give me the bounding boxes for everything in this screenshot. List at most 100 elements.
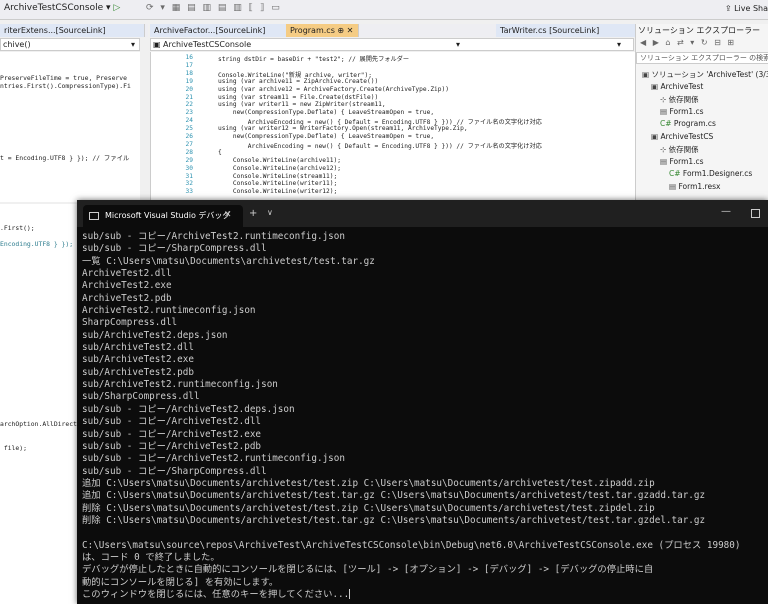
center-nav-dropdown[interactable]: ▣ ArchiveTestCSConsole ▾ ▾ xyxy=(150,38,634,51)
new-tab-icon[interactable]: + xyxy=(249,208,257,219)
solution-search-input[interactable]: ソリューション エクスプローラー の検索 (Ctrl+ xyxy=(636,52,768,64)
console-output[interactable]: sub/sub - コピー/ArchiveTest2.runtimeconfig… xyxy=(82,231,768,604)
console-line: ArchiveTest2.exe xyxy=(82,280,172,292)
run-target-label: ArchiveTestCSConsole xyxy=(4,3,104,13)
debug-console-window[interactable]: Microsoft Visual Studio デバッグ ✕ + ∨ — sub… xyxy=(77,200,768,604)
console-line: このウィンドウを閉じるには、任意のキーを押してください... xyxy=(82,588,351,600)
minimize-icon[interactable]: — xyxy=(721,206,731,217)
solution-explorer-panel: ソリューション エクスプローラー ◀ ▶ ⌂ ⇄ ▾ ↻ ⊟ ⊞ ソリューション… xyxy=(635,24,768,204)
maximize-icon[interactable] xyxy=(751,209,760,218)
tree-item-label: ソリューション 'ArchiveTest' (3/3 の xyxy=(651,70,768,79)
pin-icon[interactable]: ⊕ ✕ xyxy=(337,26,353,35)
left-nav-dropdown[interactable]: chive() ▾ xyxy=(0,38,140,51)
live-share-label: Live Sha xyxy=(734,4,768,13)
main-toolbar: ArchiveTestCSConsole ▾ ▷ ⟳ ▾ ▦ ▤ ▥ ▤ ▥ ⟦… xyxy=(0,0,768,20)
left-lower-code[interactable]: .First(); Encoding.UTF8 } }); archOption… xyxy=(0,204,78,604)
tree-item[interactable]: ▤ Form1.cs xyxy=(660,157,704,166)
code-line: t = Encoding.UTF8 } }); // ファイル xyxy=(0,154,130,162)
tab-writer-extensions[interactable]: riterExtens...[SourceLink] xyxy=(0,24,145,37)
tree-item[interactable]: ⊹ 依存関係 xyxy=(660,94,699,105)
left-tab-strip: riterExtens...[SourceLink] xyxy=(0,24,148,37)
close-icon[interactable]: ✕ xyxy=(224,210,232,220)
tree-item[interactable]: ▣ ソリューション 'ArchiveTest' (3/3 の xyxy=(642,69,768,80)
console-titlebar[interactable]: Microsoft Visual Studio デバッグ ✕ + ∨ — xyxy=(77,200,768,227)
console-line: 一覧 C:\Users\matsu\Documents\archivetest/… xyxy=(82,255,375,267)
tree-item[interactable]: ▤ Form1.cs xyxy=(660,107,704,116)
left-code-editor[interactable]: PreserveFileTime = true, Preserve ntries… xyxy=(0,52,140,202)
dropdown-arrow-icon[interactable]: ▾ xyxy=(106,3,111,13)
panel-title: ソリューション エクスプローラー xyxy=(638,26,761,35)
line-number: 31 xyxy=(185,172,193,180)
tree-item-icon: ⊹ xyxy=(660,95,669,104)
share-icon: ⇪ xyxy=(724,4,735,13)
program-cs-editor[interactable]: 16 string dstDir = baseDir + "test2"; // … xyxy=(150,52,635,202)
csharp-project-icon: ▣ xyxy=(153,40,161,49)
solution-explorer-toolbar[interactable]: ◀ ▶ ⌂ ⇄ ▾ ↻ ⊟ ⊞ xyxy=(636,38,768,50)
chevron-down-icon[interactable]: ∨ xyxy=(267,208,273,217)
code-line: new(CompressionType.Deflate) { LeaveStre… xyxy=(218,109,435,117)
line-number: 32 xyxy=(185,180,193,188)
line-number: 23 xyxy=(185,109,193,117)
tree-item-label: 依存関係 xyxy=(668,145,699,154)
code-line: archOption.AllDirect xyxy=(0,420,77,428)
tab-program-cs[interactable]: Program.cs ⊕ ✕ xyxy=(286,24,359,37)
tree-item-label: Form1.cs xyxy=(669,156,704,166)
tab-label: riterExtens...[SourceLink] xyxy=(4,26,106,35)
tree-item[interactable]: C# Program.cs xyxy=(660,119,716,128)
tab-tarwriter[interactable]: TarWriter.cs [SourceLink] xyxy=(496,24,643,37)
console-line: sub/sub - コピー/ArchiveTest2.runtimeconfig… xyxy=(82,453,345,465)
tree-item[interactable]: C# Form1.Designer.cs xyxy=(669,169,752,178)
left-nav-value: chive() xyxy=(3,40,31,49)
tab-label: TarWriter.cs [SourceLink] xyxy=(500,26,600,35)
tree-item-icon: C# xyxy=(660,119,674,128)
tab-label: ArchiveFactor...[SourceLink] xyxy=(154,26,266,35)
tree-item[interactable]: ▤ Form1.resx xyxy=(669,182,720,191)
text-cursor xyxy=(349,589,351,600)
line-number: 17 xyxy=(185,61,193,69)
code-line: string dstDir = baseDir + "test2"; // 展開… xyxy=(218,56,410,63)
tree-item-label: 依存関係 xyxy=(668,95,699,104)
code-line: .First(); xyxy=(0,224,35,232)
tree-item[interactable]: ⊹ 依存関係 xyxy=(660,144,699,155)
code-line: Console.WriteLine(writer12); xyxy=(218,188,338,196)
tree-item-label: Program.cs xyxy=(673,119,716,128)
console-line: sub/sub - コピー/ArchiveTest2.deps.json xyxy=(82,403,295,415)
line-number: 21 xyxy=(185,93,193,101)
console-line: は、コード 0 で終了しました。 xyxy=(82,551,220,563)
code-line: ArchiveEncoding = new() { Default = Enco… xyxy=(218,142,542,150)
console-line: sub/ArchiveTest2.pdb xyxy=(82,366,194,378)
console-line: ArchiveTest2.pdb xyxy=(82,292,172,304)
console-line: sub/sub - コピー/ArchiveTest2.runtimeconfig… xyxy=(82,231,345,242)
tab-archive-factory[interactable]: ArchiveFactor...[SourceLink] xyxy=(150,24,289,37)
console-line: sub/sub - コピー/ArchiveTest2.pdb xyxy=(82,440,262,452)
tree-item-icon: C# xyxy=(669,169,683,178)
chevron-down-icon: ▾ xyxy=(456,40,461,49)
line-number: 24 xyxy=(185,117,193,125)
console-line: sub/ArchiveTest2.deps.json xyxy=(82,329,228,341)
run-button[interactable]: ArchiveTestCSConsole ▾ ▷ xyxy=(4,3,120,13)
line-number: 27 xyxy=(185,140,193,148)
console-line: 追加 C:\Users\matsu\Documents/archivetest/… xyxy=(82,490,706,502)
line-number: 19 xyxy=(185,77,193,85)
tree-item[interactable]: ▣ ArchiveTest xyxy=(651,82,703,91)
code-line: using (var writer12 = WriterFactory.Open… xyxy=(218,125,468,133)
tree-item-label: ArchiveTestCS xyxy=(660,131,714,141)
code-line: using (var archive11 = ZipArchive.Create… xyxy=(218,77,379,85)
console-tab[interactable]: Microsoft Visual Studio デバッグ ✕ xyxy=(83,205,243,227)
play-icon[interactable]: ▷ xyxy=(113,3,120,13)
code-line: Console.WriteLine(stream11); xyxy=(218,172,338,180)
live-share-button[interactable]: ⇪ Live Sha xyxy=(725,4,768,13)
console-line: デバッグが停止したときに自動的にコンソールを閉じるには、[ツール] -> [オプ… xyxy=(82,564,654,576)
tree-item[interactable]: ▣ ArchiveTestCS xyxy=(651,132,713,141)
console-line: ArchiveTest2.runtimeconfig.json xyxy=(82,305,256,317)
console-line: sub/sub - コピー/SharpCompress.dll xyxy=(82,465,267,477)
console-line: SharpCompress.dll xyxy=(82,317,178,329)
line-number: 30 xyxy=(185,164,193,172)
chevron-down-icon: ▾ xyxy=(130,40,135,49)
line-number: 28 xyxy=(185,148,193,156)
toolbar-icons[interactable]: ⟳ ▾ ▦ ▤ ▥ ▤ ▥ ⟦ ⟧ ▭ xyxy=(146,3,282,13)
code-line: using (var writer11 = new ZipWriter(stre… xyxy=(218,101,386,109)
line-number: 25 xyxy=(185,125,193,133)
line-number: 16 xyxy=(185,54,193,61)
console-line: 削除 C:\Users\matsu\Documents/archivetest/… xyxy=(82,502,655,514)
